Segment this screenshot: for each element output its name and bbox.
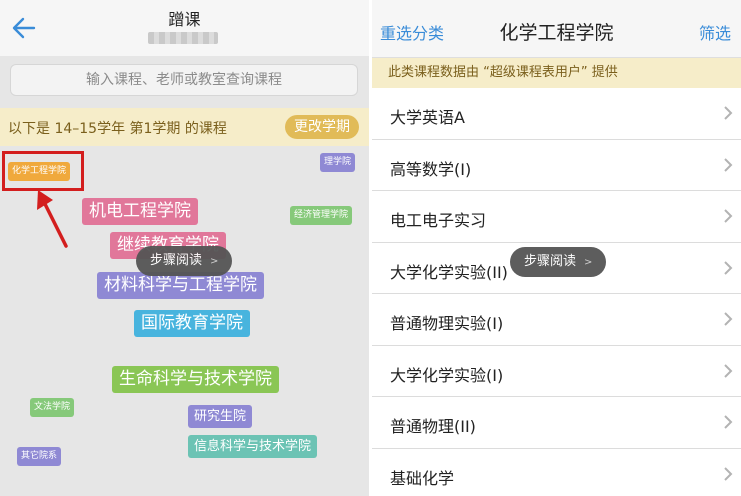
red-arrow-icon bbox=[37, 190, 68, 248]
chevron-right-icon bbox=[724, 209, 733, 223]
chevron-right-icon: > bbox=[584, 257, 593, 268]
tag-materials[interactable]: 材料科学与工程学院 bbox=[97, 272, 264, 299]
left-screen: 蹭课 输入课程、老师或教室查询课程 以下是 14–15学年 第1学期 的课程 更… bbox=[0, 0, 369, 496]
change-term-button[interactable]: 更改学期 bbox=[285, 115, 359, 139]
filter-button[interactable]: 筛选 bbox=[699, 20, 731, 44]
tag-humanities-law[interactable]: 文法学院 bbox=[30, 398, 75, 417]
course-name: 基础化学 bbox=[390, 468, 455, 488]
chevron-right-icon bbox=[724, 157, 733, 172]
course-row[interactable]: 普通物理实验(I) bbox=[372, 294, 741, 346]
term-text: 以下是 14–15学年 第1学期 的课程 bbox=[8, 121, 227, 137]
tag-econ-mgmt[interactable]: 经济管理学院 bbox=[290, 206, 353, 225]
right-screen: 重选分类 化学工程学院 筛选 此类课程数据由 “超级课程表用户” 提供 大学英语… bbox=[372, 0, 741, 496]
chevron-right-icon bbox=[724, 312, 733, 326]
course-name: 大学英语A bbox=[390, 108, 465, 127]
course-row[interactable]: 电工电子实习 bbox=[372, 191, 741, 243]
course-list: 大学英语A 高等数学(I) 电工电子实习 大学化学实验(II) 普通物理实验(I… bbox=[372, 88, 741, 496]
tag-others[interactable]: 其它院系 bbox=[17, 447, 62, 466]
course-row[interactable]: 高等数学(I) bbox=[372, 139, 741, 191]
tag-info-sci[interactable]: 信息科学与技术学院 bbox=[188, 435, 318, 458]
tooltip-label: 步骤阅读 bbox=[150, 253, 203, 268]
course-name: 普通物理(II) bbox=[390, 417, 476, 436]
data-source-banner: 此类课程数据由 “超级课程表用户” 提供 bbox=[372, 58, 741, 88]
course-name: 高等数学(I) bbox=[390, 159, 472, 179]
page-title: 化学工程学院 bbox=[499, 22, 614, 44]
chevron-right-icon bbox=[724, 106, 733, 120]
course-name: 普通物理实验(I) bbox=[390, 314, 504, 333]
chevron-right-icon bbox=[724, 363, 733, 378]
chevron-right-icon: > bbox=[210, 256, 219, 267]
highlight-annotation bbox=[2, 151, 84, 191]
step-reading-tooltip[interactable]: 步骤阅读 > bbox=[510, 247, 607, 277]
course-name: 大学化学实验(II) bbox=[390, 262, 508, 282]
term-banner: 以下是 14–15学年 第1学期 的课程 更改学期 bbox=[0, 108, 369, 146]
tag-intl-edu[interactable]: 国际教育学院 bbox=[134, 310, 250, 337]
tooltip-label: 步骤阅读 bbox=[524, 254, 577, 269]
course-row[interactable]: 普通物理(II) bbox=[372, 397, 741, 449]
chevron-right-icon bbox=[724, 260, 733, 275]
course-row[interactable]: 大学英语A bbox=[372, 88, 741, 140]
blurred-subtitle bbox=[148, 32, 218, 44]
chevron-right-icon bbox=[724, 466, 733, 481]
left-nav-bar: 蹭课 bbox=[0, 0, 369, 56]
tag-mech-elec[interactable]: 机电工程学院 bbox=[82, 198, 198, 225]
right-nav-bar: 重选分类 化学工程学院 筛选 bbox=[372, 0, 741, 58]
course-name: 电工电子实习 bbox=[390, 211, 487, 230]
tag-graduate[interactable]: 研究生院 bbox=[188, 405, 253, 428]
search-input[interactable]: 输入课程、老师或教室查询课程 bbox=[10, 64, 358, 96]
tag-life-sci[interactable]: 生命科学与技术学院 bbox=[112, 366, 279, 393]
course-row[interactable]: 大学化学实验(I) bbox=[372, 345, 741, 397]
step-reading-tooltip[interactable]: 步骤阅读 > bbox=[136, 246, 233, 276]
tag-science[interactable]: 理学院 bbox=[320, 153, 356, 172]
chevron-right-icon bbox=[724, 415, 733, 429]
course-row[interactable]: 基础化学 bbox=[372, 448, 741, 496]
course-name: 大学化学实验(I) bbox=[390, 365, 504, 385]
page-title: 蹭课 bbox=[168, 10, 201, 29]
